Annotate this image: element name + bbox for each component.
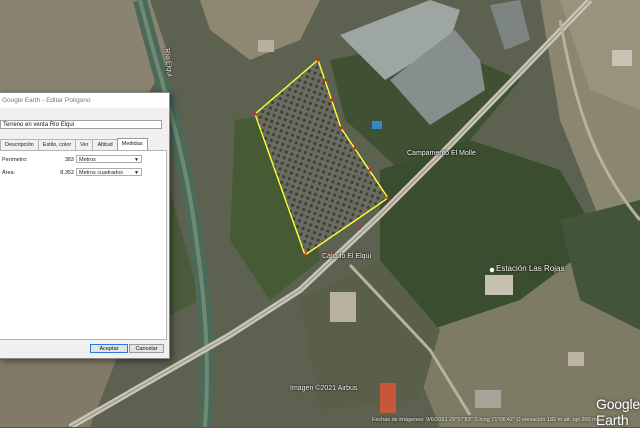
tab-altitude[interactable]: Altitud	[92, 139, 118, 150]
perimeter-label: Perímetro:	[2, 157, 28, 163]
imagery-copyright: Imagen ©2021 Airbus	[290, 385, 358, 392]
area-value: 8.352	[60, 170, 74, 176]
polygon-name-field[interactable]: Terreno en venta Río Elqui	[0, 120, 162, 129]
google-logo: Google Earth	[596, 396, 640, 428]
cancel-button[interactable]: Cancelar	[129, 344, 164, 353]
dialog-tabs: Descripción Estilo, color Ver Altitud Me…	[0, 138, 148, 150]
perimeter-value: 383	[64, 157, 74, 163]
place-label[interactable]: Estación Las Rojas	[496, 264, 564, 273]
area-label: Área:	[2, 170, 16, 176]
place-pin-icon[interactable]	[488, 266, 496, 274]
chevron-down-icon: ▼	[134, 170, 139, 176]
dialog-title[interactable]: Google Earth - Editar Polígono	[0, 93, 169, 108]
place-label[interactable]: Cálculo El Elqui	[322, 253, 371, 260]
edit-polygon-dialog: Google Earth - Editar Polígono Terreno e…	[0, 92, 170, 359]
tab-view[interactable]: Ver	[75, 139, 94, 150]
perimeter-unit: Metros	[79, 157, 96, 163]
area-unit-select[interactable]: Metros cuadrados ▼	[76, 168, 142, 176]
status-bar: Fechas de imágenes: 9/6/2021 29°57'83" S…	[372, 417, 597, 423]
tab-measurements[interactable]: Medidas	[116, 138, 148, 150]
place-label[interactable]: Campamento El Molle	[407, 150, 476, 157]
tab-description[interactable]: Descripción	[0, 139, 39, 150]
chevron-down-icon: ▼	[134, 157, 139, 163]
measurements-panel: Perímetro: 383 Metros ▼ Área: 8.352 Metro…	[0, 150, 167, 340]
perimeter-unit-select[interactable]: Metros ▼	[76, 155, 142, 163]
accept-button[interactable]: Aceptar	[90, 344, 128, 353]
tab-style-color[interactable]: Estilo, color	[37, 139, 77, 150]
area-unit: Metros cuadrados	[79, 170, 124, 176]
